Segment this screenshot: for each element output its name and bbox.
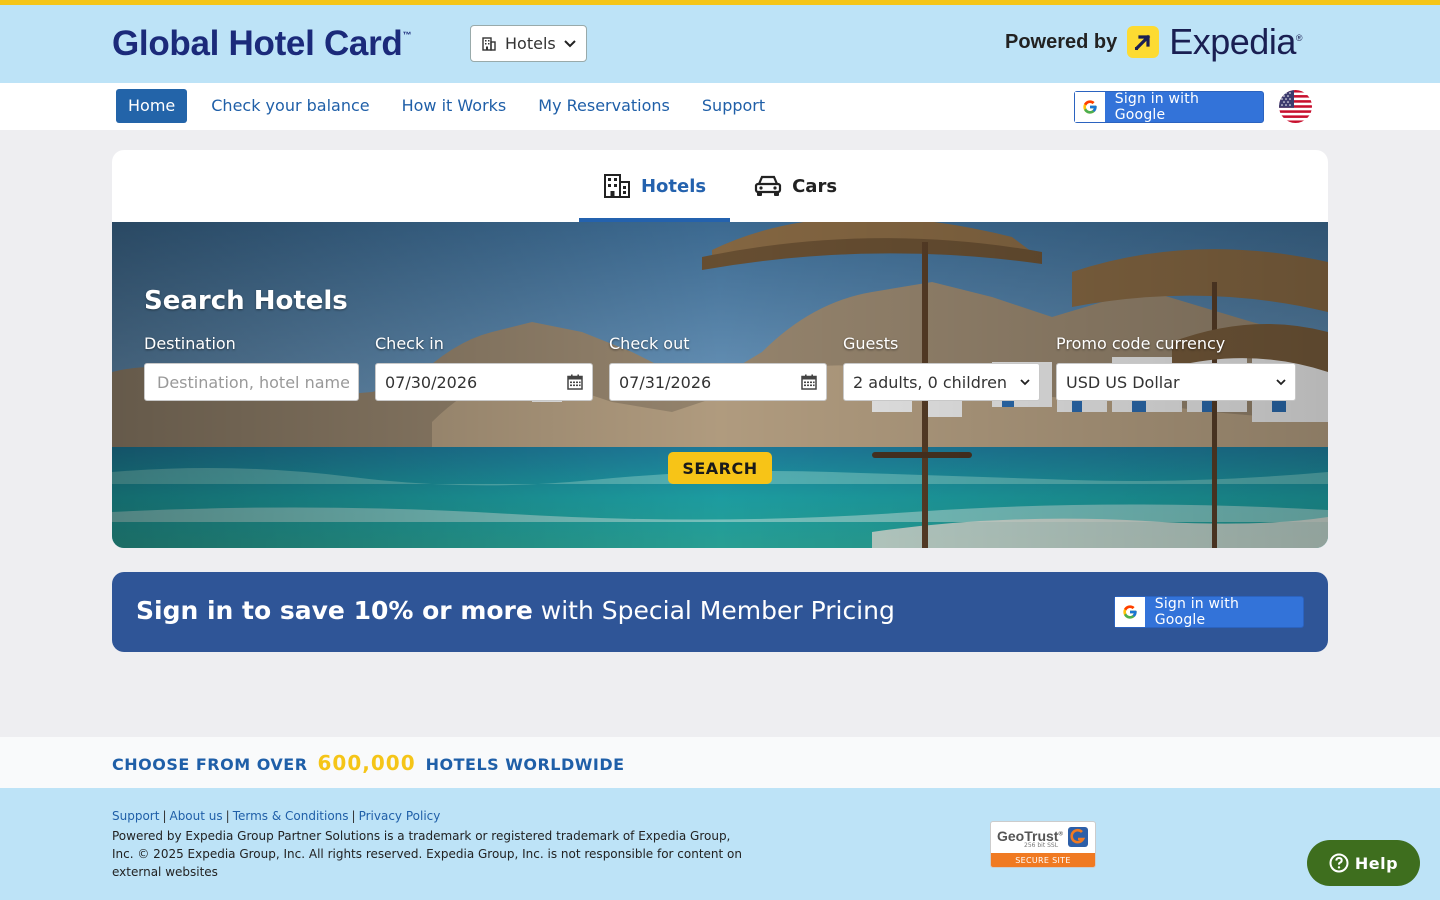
footer-link-about-us[interactable]: About us <box>169 809 222 823</box>
currency-value: USD US Dollar <box>1066 372 1180 392</box>
checkout-label: Check out <box>609 334 690 353</box>
search-title: Search Hotels <box>144 286 348 316</box>
checkout-field: Check out 07/31/2026 <box>609 334 827 401</box>
currency-label: Promo code currency <box>1056 334 1226 353</box>
google-signin-button[interactable]: Sign in with Google <box>1074 91 1264 123</box>
chevron-down-icon <box>564 39 576 47</box>
google-signin-label: Sign in with Google <box>1114 91 1200 123</box>
nav-item-how-it-works[interactable]: How it Works <box>386 89 523 123</box>
footer-link-terms-conditions[interactable]: Terms & Conditions <box>233 809 349 823</box>
hero-banner: Search Hotels Destination Destination, h… <box>112 222 1328 548</box>
google-icon <box>1075 92 1105 122</box>
promo-text: Sign in to save 10% or more with Special… <box>136 596 895 625</box>
guests-select[interactable]: 2 adults, 0 children <box>843 363 1040 401</box>
hotels-count-band: CHOOSE FROM OVER 600,000 HOTELS WORLDWID… <box>0 737 1440 788</box>
destination-placeholder: Destination, hotel name <box>157 372 349 392</box>
guests-label: Guests <box>843 334 899 353</box>
google-icon <box>1115 597 1145 627</box>
calendar-icon[interactable] <box>801 374 817 390</box>
checkin-field: Check in 07/30/2026 <box>375 334 593 401</box>
building-icon <box>603 174 630 198</box>
geotrust-sub: 256 bit SSL <box>1024 842 1059 849</box>
checkin-label: Check in <box>375 334 444 353</box>
footer-links: Support | About us | Terms & Conditions | Priv… <box>112 809 440 823</box>
footer-link-privacy-policy[interactable]: Privacy Policy <box>359 809 441 823</box>
expedia-wordmark: Expedia® <box>1169 21 1302 62</box>
calendar-icon[interactable] <box>567 374 583 390</box>
destination-label: Destination <box>144 334 236 353</box>
hotels-count-number: 600,000 <box>317 751 416 775</box>
powered-by-label: Powered by <box>1004 30 1118 53</box>
checkin-value: 07/30/2026 <box>385 372 478 392</box>
site-logo[interactable]: Global Hotel Card™ <box>112 24 411 64</box>
footer-link-separator: | <box>162 809 167 823</box>
geotrust-badge[interactable]: GeoTrust® 256 bit SSL SECURE SITE <box>990 821 1096 868</box>
tab-hotels-label: Hotels <box>640 175 707 197</box>
nav-item-check-your-balance[interactable]: Check your balance <box>195 89 385 123</box>
guests-field: Guests 2 adults, 0 children <box>843 334 1040 401</box>
car-icon <box>754 175 782 196</box>
tab-cars-label: Cars <box>792 175 838 197</box>
footer-link-support[interactable]: Support <box>112 809 159 823</box>
search-tabs: Hotels Cars <box>112 150 1328 222</box>
us-flag-icon[interactable] <box>1279 90 1312 123</box>
building-icon <box>482 36 496 51</box>
currency-select[interactable]: USD US Dollar <box>1056 363 1296 401</box>
chevron-down-icon <box>1276 378 1286 385</box>
chevron-down-icon <box>1020 378 1030 385</box>
main-nav: Home Check your balance How it Works My Res… <box>0 83 1440 130</box>
google-signin-label: Sign in with Google <box>1154 596 1240 628</box>
nav-item-my-reservations[interactable]: My Reservations <box>522 89 686 123</box>
guests-value: 2 adults, 0 children <box>853 372 1008 392</box>
band-suffix: HOTELS WORLDWIDE <box>425 755 625 774</box>
help-button[interactable]: Help <box>1307 840 1420 886</box>
product-select[interactable]: Hotels <box>470 25 587 62</box>
tab-cars[interactable]: Cars <box>730 150 861 222</box>
product-select-value: Hotels <box>505 34 556 53</box>
destination-input[interactable]: Destination, hotel name <box>144 363 359 401</box>
help-label: Help <box>1354 853 1399 873</box>
checkin-input[interactable]: 07/30/2026 <box>375 363 593 401</box>
destination-field: Destination Destination, hotel name <box>144 334 359 401</box>
question-icon <box>1329 853 1349 873</box>
band-prefix: CHOOSE FROM OVER <box>112 755 308 774</box>
footer-copyright: Powered by Expedia Group Partner Solutio… <box>112 829 743 879</box>
checkout-input[interactable]: 07/31/2026 <box>609 363 827 401</box>
nav-item-home[interactable]: Home <box>116 89 188 123</box>
google-signin-button[interactable]: Sign in with Google <box>1114 596 1304 628</box>
powered-by-expedia: Powered by Expedia® <box>1004 21 1303 63</box>
footer-link-separator: | <box>225 809 230 823</box>
footer-link-separator: | <box>351 809 356 823</box>
member-pricing-banner: Sign in to save 10% or more with Special… <box>112 572 1328 652</box>
currency-field: Promo code currency USD US Dollar <box>1056 334 1296 401</box>
geotrust-label: SECURE SITE <box>991 853 1095 867</box>
nav-item-support[interactable]: Support <box>686 89 781 123</box>
hotels-count-text: CHOOSE FROM OVER 600,000 HOTELS WORLDWID… <box>112 751 625 775</box>
search-card: Hotels Cars Search Hotels Destination De… <box>112 150 1328 548</box>
tab-hotels[interactable]: Hotels <box>578 150 731 222</box>
site-footer: Support | About us | Terms & Conditions | Priv… <box>0 788 1440 900</box>
expedia-logo-icon <box>1127 26 1160 58</box>
search-button[interactable]: SEARCH <box>668 452 772 484</box>
site-header: Global Hotel Card™ Hotels Powered by Exp… <box>0 5 1440 83</box>
checkout-value: 07/31/2026 <box>619 372 712 392</box>
geotrust-logo-icon <box>1068 827 1088 847</box>
